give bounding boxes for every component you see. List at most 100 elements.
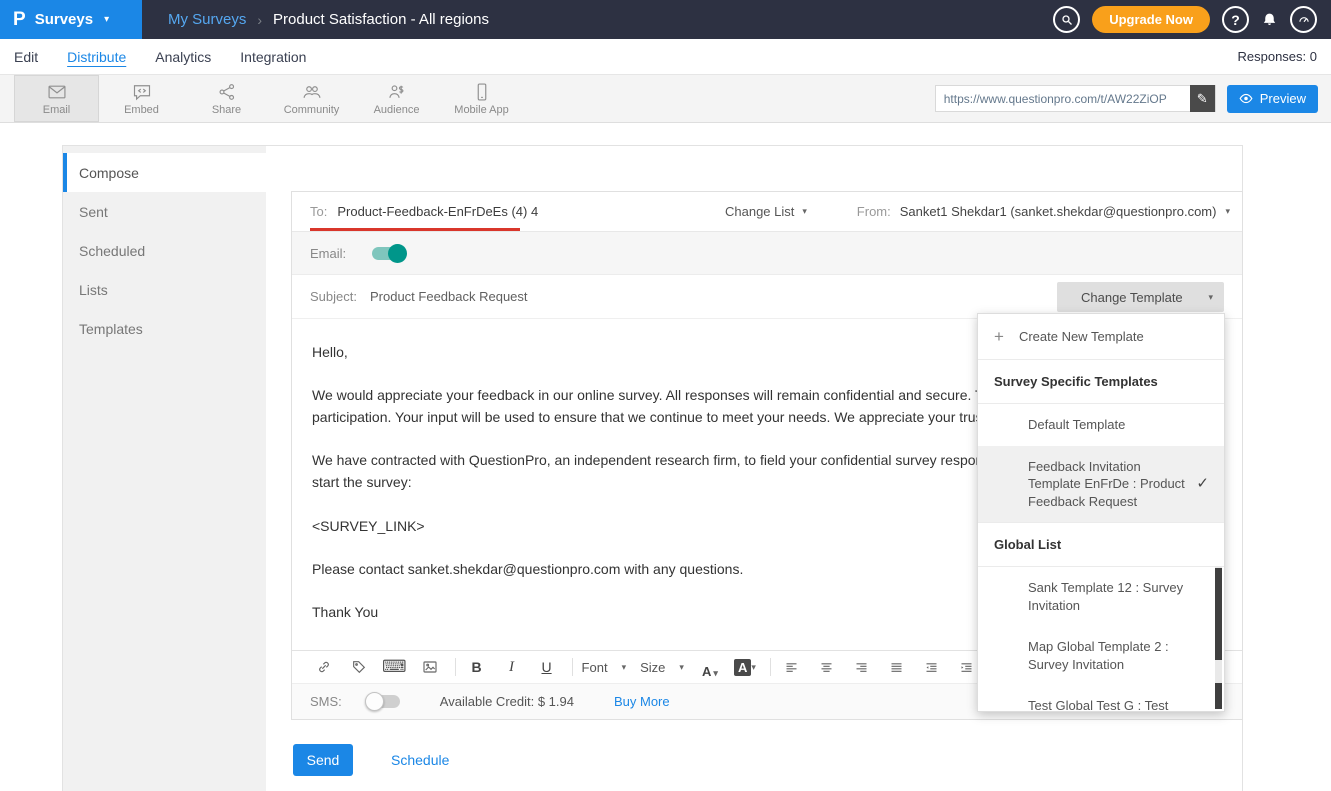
to-list-value[interactable]: Product-Feedback-EnFrDeEs (4) 4 — [337, 204, 538, 219]
surveys-product-menu[interactable]: P Surveys ▾ — [0, 0, 142, 39]
preview-button[interactable]: Preview — [1227, 85, 1318, 113]
chevron-down-icon: ▾ — [679, 662, 684, 673]
chevron-down-icon: ▾ — [1208, 292, 1213, 303]
sidebar-item-label: Compose — [79, 165, 139, 181]
notifications-button[interactable] — [1261, 11, 1278, 29]
text-color-button[interactable]: A ▾ — [698, 655, 722, 679]
breadcrumb-separator-icon: › — [257, 12, 262, 28]
sidebar-item-label: Lists — [79, 282, 108, 298]
insert-image-button[interactable] — [418, 655, 442, 679]
underline-button[interactable]: U — [535, 655, 559, 679]
sidebar-item-compose[interactable]: Compose — [63, 153, 266, 192]
from-dropdown[interactable]: From: Sanket1 Shekdar1 (sanket.shekdar@q… — [857, 204, 1230, 219]
breadcrumb-current-survey: Product Satisfaction - All regions — [273, 11, 489, 28]
font-size-dropdown[interactable]: Size ▾ — [640, 660, 684, 675]
chevron-down-icon: ▾ — [751, 662, 756, 673]
pencil-icon: ✎ — [1197, 91, 1208, 107]
breadcrumb: My Surveys › Product Satisfaction - All … — [168, 11, 489, 28]
embed-icon — [132, 82, 152, 102]
schedule-link[interactable]: Schedule — [391, 752, 449, 768]
email-icon — [47, 82, 67, 102]
to-field-underline — [310, 228, 520, 231]
italic-button[interactable]: I — [500, 655, 524, 679]
check-icon: ✓ — [1196, 474, 1209, 494]
align-center-button[interactable] — [815, 655, 839, 679]
breadcrumb-my-surveys[interactable]: My Surveys — [168, 11, 246, 28]
bold-button[interactable]: B — [465, 655, 489, 679]
indent-increase-button[interactable] — [955, 655, 979, 679]
indent-decrease-button[interactable] — [920, 655, 944, 679]
create-new-template-item[interactable]: + Create New Template — [978, 314, 1224, 359]
topbar-actions: Upgrade Now ? — [1053, 6, 1331, 33]
template-option-map-global-template-2[interactable]: Map Global Template 2 : Survey Invitatio… — [978, 626, 1224, 685]
email-toggle[interactable] — [372, 247, 404, 260]
channel-embed[interactable]: Embed — [99, 75, 184, 122]
subject-label: Subject: — [310, 289, 357, 304]
help-button[interactable]: ? — [1222, 6, 1249, 33]
survey-url-input[interactable] — [936, 92, 1190, 106]
template-option-test-global-test-g[interactable]: Test Global Test G : Test PAA G — [978, 685, 1224, 712]
insert-link-button[interactable] — [312, 655, 336, 679]
chevron-down-icon: ▾ — [104, 14, 109, 25]
background-color-button[interactable]: A ▾ — [733, 655, 757, 679]
change-template-button[interactable]: Change Template ▾ — [1057, 282, 1224, 312]
send-actions: Send Schedule — [293, 744, 449, 776]
preview-label: Preview — [1260, 91, 1306, 106]
tab-integration[interactable]: Integration — [240, 49, 306, 65]
tag-icon — [351, 659, 367, 675]
email-sidebar: Compose Sent Scheduled Lists Templates — [63, 146, 266, 791]
subject-input[interactable]: Product Feedback Request — [370, 289, 528, 304]
plus-icon: + — [994, 328, 1004, 345]
sms-toggle-label: SMS: — [310, 694, 342, 709]
buy-more-link[interactable]: Buy More — [614, 694, 670, 709]
sidebar-item-label: Sent — [79, 204, 108, 220]
channel-share[interactable]: Share — [184, 75, 269, 122]
send-button[interactable]: Send — [293, 744, 353, 776]
sms-toggle[interactable] — [368, 695, 400, 708]
tab-analytics[interactable]: Analytics — [155, 49, 211, 65]
search-icon — [1061, 14, 1073, 26]
toolbar-divider — [770, 658, 771, 676]
chevron-down-icon: ▾ — [713, 668, 718, 679]
chevron-down-icon: ▾ — [802, 206, 807, 217]
template-option-default[interactable]: Default Template — [978, 404, 1224, 446]
align-justify-button[interactable] — [885, 655, 909, 679]
template-option-feedback-invitation[interactable]: Feedback Invitation Template EnFrDe : Pr… — [978, 446, 1224, 523]
change-list-label: Change List — [725, 204, 794, 219]
sidebar-item-templates[interactable]: Templates — [63, 309, 266, 348]
chevron-down-icon: ▾ — [1225, 206, 1230, 217]
sidebar-item-sent[interactable]: Sent — [63, 192, 266, 231]
menu-scrollbar[interactable] — [1215, 566, 1222, 709]
source-code-button[interactable]: ⌨ — [382, 655, 407, 679]
scrollbar-thumb[interactable] — [1215, 568, 1222, 660]
search-button[interactable] — [1053, 6, 1080, 33]
channel-community[interactable]: Community — [269, 75, 354, 122]
eye-icon — [1239, 93, 1253, 104]
change-list-dropdown[interactable]: Change List ▾ — [725, 204, 807, 219]
mobile-app-icon — [472, 82, 492, 102]
channel-audience[interactable]: Audience — [354, 75, 439, 122]
template-option-sank-template-12[interactable]: Sank Template 12 : Survey Invitation — [978, 567, 1224, 626]
upgrade-now-button[interactable]: Upgrade Now — [1092, 6, 1210, 33]
merge-tag-button[interactable] — [347, 655, 371, 679]
tab-distribute[interactable]: Distribute — [67, 49, 126, 65]
usage-meter-button[interactable] — [1290, 6, 1317, 33]
top-bar: P Surveys ▾ My Surveys › Product Satisfa… — [0, 0, 1331, 39]
align-left-button[interactable] — [780, 655, 804, 679]
gauge-icon — [1297, 13, 1311, 27]
audience-icon — [387, 82, 407, 102]
text-color-label: A — [702, 664, 711, 679]
tab-edit[interactable]: Edit — [14, 49, 38, 65]
channel-email[interactable]: Email — [14, 75, 99, 122]
sidebar-item-scheduled[interactable]: Scheduled — [63, 231, 266, 270]
sidebar-item-label: Scheduled — [79, 243, 145, 259]
sidebar-item-lists[interactable]: Lists — [63, 270, 266, 309]
channel-mobile-app[interactable]: Mobile App — [439, 75, 524, 122]
email-toggle-label: Email: — [310, 246, 346, 261]
edit-url-button[interactable]: ✎ — [1190, 85, 1215, 112]
align-right-button[interactable] — [850, 655, 874, 679]
product-label: Surveys — [35, 11, 93, 28]
scrollbar-thumb[interactable] — [1215, 683, 1222, 709]
align-center-icon — [819, 660, 834, 675]
font-family-dropdown[interactable]: Font ▾ — [582, 660, 627, 675]
